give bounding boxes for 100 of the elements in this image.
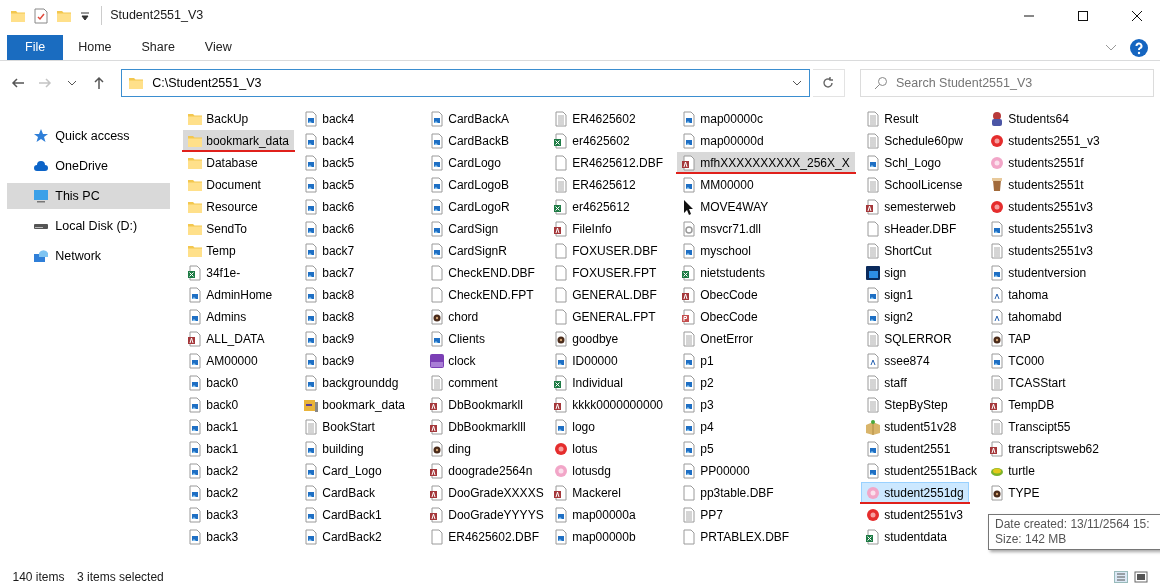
file-item[interactable]: tahoma bbox=[985, 284, 1054, 305]
file-item[interactable]: AdminHome bbox=[183, 284, 278, 305]
ribbon-tab[interactable]: Share bbox=[126, 35, 190, 60]
file-item[interactable]: myschool bbox=[677, 240, 756, 261]
file-item[interactable]: TYPE bbox=[985, 482, 1045, 503]
file-item[interactable]: FOXUSER.FPT bbox=[549, 262, 662, 283]
file-item[interactable]: DbBookmarkll bbox=[425, 394, 528, 415]
file-item[interactable]: DbBookmarklll bbox=[425, 416, 531, 437]
ribbon-tab[interactable]: File bbox=[7, 35, 64, 60]
file-item[interactable]: CardBackB bbox=[425, 130, 514, 151]
file-item[interactable]: back6 bbox=[299, 218, 360, 239]
file-item[interactable]: studentdata bbox=[861, 526, 952, 547]
help-icon[interactable] bbox=[1129, 38, 1148, 57]
file-item[interactable]: SendTo bbox=[183, 218, 252, 239]
file-item[interactable]: ER4625602 bbox=[549, 108, 641, 129]
file-item[interactable]: map00000d bbox=[677, 130, 769, 151]
file-item[interactable]: Resource bbox=[183, 196, 263, 217]
file-item[interactable]: CardBack1 bbox=[299, 504, 387, 525]
file-item[interactable]: students2551v3 bbox=[985, 196, 1098, 217]
file-item[interactable]: SchoolLicense bbox=[861, 174, 968, 195]
file-item[interactable]: turtle bbox=[985, 460, 1040, 481]
file-item[interactable]: p4 bbox=[677, 416, 719, 437]
file-item[interactable]: er4625602 bbox=[549, 130, 635, 151]
file-item[interactable]: back7 bbox=[299, 262, 360, 283]
file-item[interactable]: MOVE4WAY bbox=[677, 196, 774, 217]
file-item[interactable]: ALL_DATA bbox=[183, 328, 270, 349]
file-item[interactable]: chord bbox=[425, 306, 484, 327]
file-item[interactable]: PP7 bbox=[677, 504, 728, 525]
file-item[interactable]: DooGradeYYYYS bbox=[425, 504, 549, 525]
sidebar-item[interactable]: Local Disk (D:) bbox=[7, 213, 170, 239]
expand-ribbon-icon[interactable] bbox=[1105, 43, 1117, 52]
ribbon-tab[interactable]: View bbox=[189, 35, 247, 60]
file-item[interactable]: msvcr71.dll bbox=[677, 218, 766, 239]
file-item[interactable]: back9 bbox=[299, 328, 360, 349]
file-item[interactable]: Result bbox=[861, 108, 924, 129]
file-item[interactable]: building bbox=[299, 438, 369, 459]
large-icons-view-icon[interactable] bbox=[1133, 571, 1148, 583]
file-item[interactable]: CardBack2 bbox=[299, 526, 387, 547]
file-item[interactable]: DooGradeXXXXS bbox=[425, 482, 549, 503]
file-item[interactable]: Students64 bbox=[985, 108, 1074, 129]
file-item[interactable]: OnetError bbox=[677, 328, 758, 349]
file-item[interactable]: Transcipt55 bbox=[985, 416, 1076, 437]
file-item[interactable]: CheckEND.FPT bbox=[425, 284, 539, 305]
file-item[interactable]: p1 bbox=[677, 350, 719, 371]
file-item[interactable]: sHeader.DBF bbox=[861, 218, 962, 239]
file-item[interactable]: CardSignR bbox=[425, 240, 512, 261]
file-item[interactable]: p2 bbox=[677, 372, 719, 393]
file-item[interactable]: student2551 bbox=[861, 438, 956, 459]
file-item[interactable]: Schedule60pw bbox=[861, 130, 968, 151]
properties-icon[interactable] bbox=[34, 7, 48, 24]
file-item[interactable]: Individual bbox=[549, 372, 628, 393]
search-bar[interactable]: Search Student2551_V3 bbox=[860, 69, 1154, 97]
file-item[interactable]: FileInfo bbox=[549, 218, 617, 239]
file-item[interactable]: AM00000 bbox=[183, 350, 263, 371]
chevron-down-icon[interactable] bbox=[792, 80, 803, 86]
file-item[interactable]: pp3table.DBF bbox=[677, 482, 779, 503]
file-item[interactable]: back0 bbox=[183, 394, 244, 415]
sidebar-item[interactable]: This PC bbox=[7, 183, 170, 209]
file-item[interactable]: sign1 bbox=[861, 284, 918, 305]
file-item[interactable]: staff bbox=[861, 372, 912, 393]
file-item[interactable]: tahomabd bbox=[985, 306, 1067, 327]
dropdown-icon[interactable] bbox=[80, 10, 90, 21]
file-item[interactable]: TAP bbox=[985, 328, 1036, 349]
file-item[interactable]: back2 bbox=[183, 460, 244, 481]
file-item[interactable]: CardBackA bbox=[425, 108, 514, 129]
file-item[interactable]: students2551t bbox=[985, 174, 1089, 195]
details-view-icon[interactable] bbox=[1113, 571, 1128, 583]
file-item[interactable]: back5 bbox=[299, 152, 360, 173]
file-item[interactable]: students2551v3 bbox=[985, 240, 1098, 261]
file-item[interactable]: p5 bbox=[677, 438, 719, 459]
file-item[interactable]: comment bbox=[425, 372, 503, 393]
file-item[interactable]: back3 bbox=[183, 526, 244, 547]
file-item[interactable]: TCASStart bbox=[985, 372, 1071, 393]
file-item[interactable]: Temp bbox=[183, 240, 241, 261]
sidebar-item[interactable]: OneDrive bbox=[7, 153, 170, 179]
file-item[interactable]: backgrounddg bbox=[299, 372, 404, 393]
file-item[interactable]: back1 bbox=[183, 416, 244, 437]
file-item[interactable]: PP00000 bbox=[677, 460, 755, 481]
sidebar-item[interactable]: Quick access bbox=[7, 123, 170, 149]
file-item[interactable]: student2551dg bbox=[861, 482, 969, 503]
file-item[interactable]: back3 bbox=[183, 504, 244, 525]
file-item[interactable]: back1 bbox=[183, 438, 244, 459]
file-item[interactable]: ObecCode bbox=[677, 284, 763, 305]
file-item[interactable]: sign bbox=[861, 262, 912, 283]
file-item[interactable]: studentversion bbox=[985, 262, 1092, 283]
file-item[interactable]: bookmark_data bbox=[183, 130, 294, 151]
file-item[interactable]: FOXUSER.DBF bbox=[549, 240, 663, 261]
file-item[interactable]: TempDB bbox=[985, 394, 1060, 415]
sidebar-item[interactable]: Network bbox=[7, 243, 170, 269]
file-item[interactable]: lotusdg bbox=[549, 460, 616, 481]
file-item[interactable]: kkkk0000000000 bbox=[549, 394, 668, 415]
file-item[interactable]: ShortCut bbox=[861, 240, 937, 261]
file-item[interactable]: back0 bbox=[183, 372, 244, 393]
file-item[interactable]: MM00000 bbox=[677, 174, 759, 195]
ribbon-tab[interactable]: Home bbox=[63, 35, 127, 60]
file-item[interactable]: CardSign bbox=[425, 218, 504, 239]
file-item[interactable]: transcriptsweb62 bbox=[985, 438, 1104, 459]
file-item[interactable]: back7 bbox=[299, 240, 360, 261]
file-item[interactable]: TC000 bbox=[985, 350, 1050, 371]
file-item[interactable]: Mackerel bbox=[549, 482, 626, 503]
